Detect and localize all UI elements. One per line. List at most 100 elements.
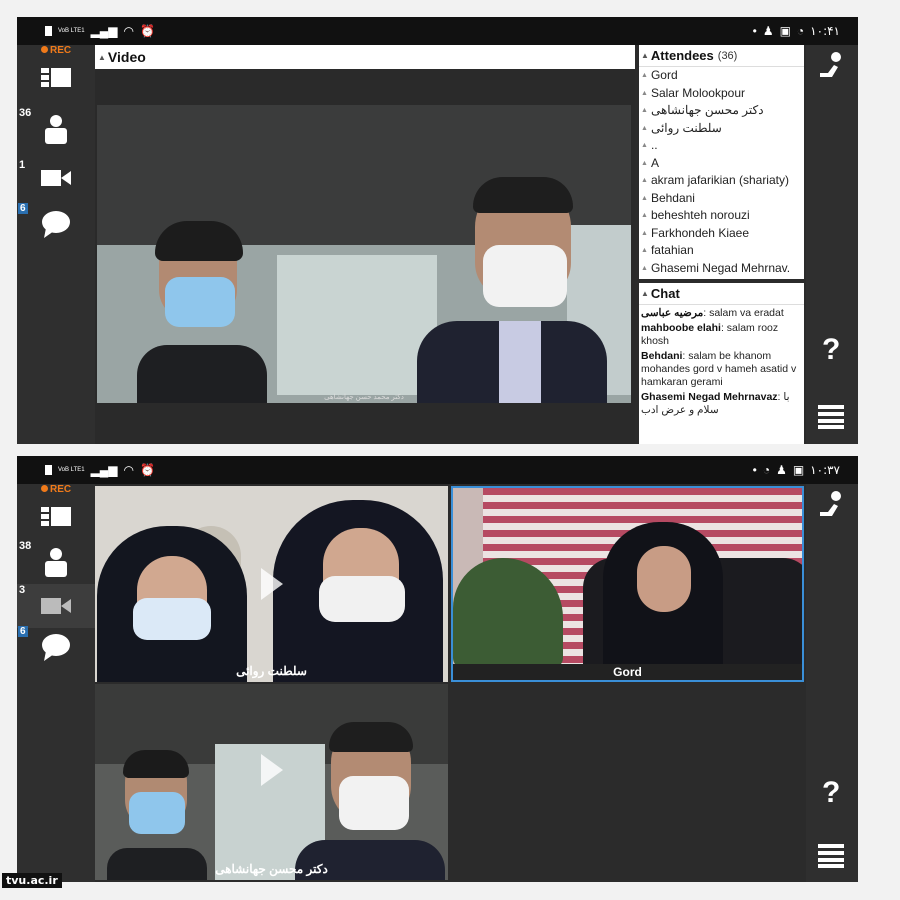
question-mark-icon[interactable]: ? — [822, 333, 840, 367]
video-pod-header: ▲ Video — [95, 45, 635, 69]
collapse-triangle-icon[interactable]: ▲ — [98, 53, 106, 62]
face-mask — [483, 245, 567, 307]
face-mask — [339, 776, 409, 830]
tile-name-label: سلطنت روائی — [236, 664, 307, 678]
attendee-item[interactable]: ▲ beheshteh norouzi — [641, 207, 804, 225]
attendee-item[interactable]: ▲ A — [641, 155, 804, 173]
video-tile[interactable]: سلطنت روائی — [95, 486, 448, 682]
person-small-icon: ▲ — [641, 194, 648, 202]
sim-icon — [45, 465, 52, 475]
alarm-icon: ⏰ — [140, 24, 155, 38]
layout-button[interactable] — [17, 498, 95, 538]
recording-indicator: REC — [41, 484, 71, 495]
person-small-icon: ▲ — [641, 159, 648, 167]
hamburger-menu-icon[interactable] — [818, 842, 844, 868]
video-tile[interactable]: دکتر محسن جهانشاهی — [95, 684, 448, 880]
video-pod: دکتر محمد حسن جهانشاهی — [95, 69, 635, 444]
left-sidebar: REC 38 3 6 — [17, 484, 95, 882]
chat-pod: ▲ Chat مرضیه عباسی: salam va eradat mahb… — [639, 283, 804, 444]
person-small-icon: ▲ — [641, 247, 648, 255]
attendee-item[interactable]: ▲ Farkhondeh Kiaee — [641, 225, 804, 243]
chat-bubble-icon — [42, 211, 70, 238]
attendee-list: ▲ Gord ▲ Salar Molookpour ▲ دکتر محسن جهانش… — [639, 67, 804, 277]
image-icon: ▣ — [792, 463, 805, 477]
person-small-icon: ▲ — [641, 229, 648, 237]
shirt — [499, 321, 541, 403]
person-icon — [45, 548, 67, 577]
attendee-item[interactable]: ▲ دکتر محسن جهانشاهی — [641, 102, 804, 120]
participant-right — [417, 177, 607, 403]
clock: ۱۰:۴۱ — [810, 24, 840, 38]
attendees-button[interactable]: 36 — [17, 107, 95, 147]
notification-dot-icon: • — [752, 24, 757, 38]
chat-bubble-icon — [42, 634, 70, 661]
person-small-icon: ▲ — [641, 212, 648, 220]
video-tile-selected[interactable]: Gord — [451, 486, 804, 682]
attendee-item[interactable]: ▲ Ghasemi Negad Mehrnav. — [641, 260, 804, 278]
chat-messages: مرضیه عباسی: salam va eradat mahboobe el… — [639, 305, 804, 421]
hamburger-menu-icon[interactable] — [818, 403, 844, 429]
network-label: VoB LTE1 — [58, 28, 85, 34]
layout-icon — [41, 68, 71, 87]
glass-panel — [277, 255, 437, 395]
attendee-count: 36 — [19, 107, 32, 119]
alarm-icon: ⏰ — [140, 463, 155, 477]
attendees-button[interactable]: 38 — [17, 540, 95, 580]
chat-button[interactable]: 6 — [17, 203, 95, 243]
raise-hand-icon[interactable] — [818, 51, 846, 81]
raise-hand-icon[interactable] — [818, 490, 846, 520]
chat-badge: 6 — [18, 203, 28, 214]
status-bar: VoB LTE1 ▂▄▆ ◠ ⏰ • ♟ ▣ ◔ ۱۰:۴۱ — [17, 17, 858, 45]
person-small-icon: ▲ — [641, 124, 648, 132]
attendee-item[interactable]: ▲ fatahian — [641, 242, 804, 260]
camera-icon — [41, 598, 71, 614]
attendee-item[interactable]: ▲ سلطنت روائی — [641, 120, 804, 138]
attendee-item[interactable]: ▲ akram jafarikian (shariaty) — [641, 172, 804, 190]
person-small-icon: ▲ — [641, 107, 648, 115]
user-icon: ♟ — [762, 24, 774, 38]
camera-button[interactable]: 1 — [17, 159, 95, 199]
person-small-icon: ▲ — [641, 89, 648, 97]
hair — [329, 722, 413, 752]
person-icon — [45, 115, 67, 144]
layout-button[interactable] — [17, 59, 95, 99]
chat-message: mahboobe elahi: salam rooz khosh — [641, 322, 779, 347]
face-mask — [319, 576, 405, 622]
person-small-icon: ▲ — [641, 142, 648, 150]
video-pod-title: Video — [107, 49, 146, 65]
play-icon[interactable] — [261, 754, 283, 786]
attendee-item[interactable]: ▲ Salar Molookpour — [641, 85, 804, 103]
attendee-item[interactable]: ▲.. — [641, 137, 804, 155]
camera-button[interactable]: 3 — [17, 584, 95, 628]
person-small-icon: ▲ — [641, 177, 648, 185]
conference-screenshot-top: VoB LTE1 ▂▄▆ ◠ ⏰ • ♟ ▣ ◔ ۱۰:۴۱ REC 36 1 … — [17, 17, 858, 444]
user-icon: ♟ — [776, 463, 787, 477]
video-feed: دکتر محمد حسن جهانشاهی — [97, 105, 631, 403]
camera-icon — [41, 170, 71, 186]
site-watermark: tvu.ac.ir — [2, 873, 62, 888]
layout-icon — [41, 507, 71, 526]
collapse-triangle-icon[interactable]: ▲ — [641, 51, 649, 60]
attendee-item[interactable]: ▲ Gord — [641, 67, 804, 85]
face-mask — [165, 277, 235, 327]
attendees-pod: ▲ Attendees (36) ▲ Gord ▲ Salar Molookpour… — [639, 45, 804, 279]
attendee-item[interactable]: ▲ Behdani — [641, 190, 804, 208]
participant-woman-left — [97, 526, 247, 682]
whatsapp-icon: ◔ — [796, 24, 805, 38]
image-icon: ▣ — [779, 24, 791, 38]
participant-gord — [603, 522, 723, 668]
chat-button[interactable]: 6 — [17, 626, 95, 666]
participant-woman-right — [273, 500, 443, 682]
play-icon[interactable] — [261, 568, 283, 600]
chat-badge: 6 — [18, 626, 28, 637]
camera-count: 1 — [19, 159, 26, 171]
chat-title: Chat — [650, 286, 680, 301]
whatsapp-icon: ◔ — [762, 463, 771, 477]
chat-message: مرضیه عباسی: salam va eradat — [641, 307, 784, 319]
collapse-triangle-icon[interactable]: ▲ — [641, 289, 649, 298]
face-mask — [129, 792, 185, 834]
question-mark-icon[interactable]: ? — [822, 776, 840, 810]
left-sidebar: REC 36 1 6 — [17, 45, 95, 444]
clock: ۱۰:۳۷ — [810, 463, 840, 477]
sim-icon — [45, 26, 52, 36]
